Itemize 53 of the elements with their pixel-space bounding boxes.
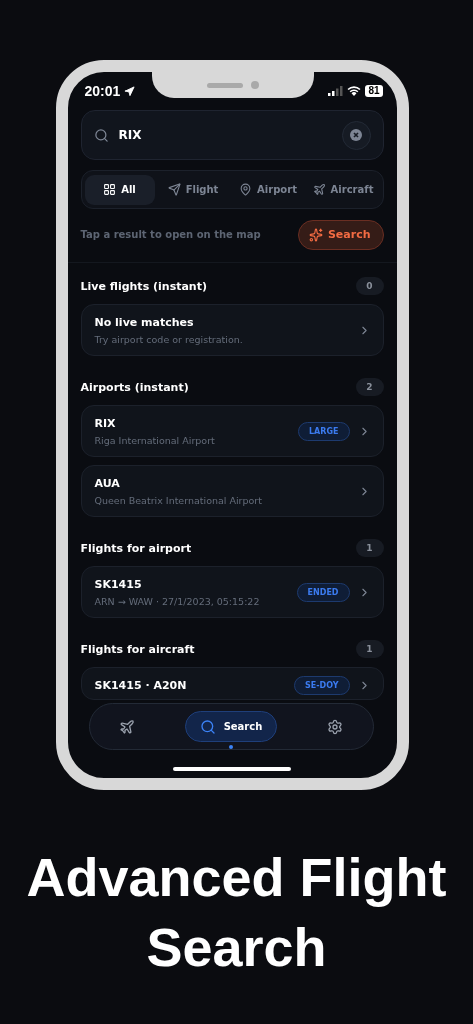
signal-icon [328,86,344,96]
filter-tab[interactable]: Aircraft [306,174,380,205]
result-count: 1 [355,539,384,557]
result-title: AUA [94,476,121,490]
result-subtitle: Queen Beatrix International Airport [94,494,263,506]
location-icon [124,85,136,97]
status-badge: LARGE [298,421,350,441]
clear-button[interactable] [341,120,371,150]
headline: Advanced Flight Search [25,846,448,979]
result-subtitle: Try airport code or registration. [94,333,244,345]
status-time: 20:01 [84,83,121,99]
search-icon [93,127,109,143]
active-indicator [229,745,233,749]
plane-icon [312,183,326,196]
filter-tab[interactable]: Airport [231,174,305,205]
grid-icon [103,183,117,196]
status-badge: SE-DOY [294,676,350,695]
battery-level: 81 [365,85,383,97]
search-tab[interactable]: Search [184,711,278,742]
result-count: 0 [355,277,384,295]
result-title: No live matches [94,315,195,329]
result-count: 1 [355,640,384,658]
camera [250,81,259,89]
result-card[interactable]: AUA Queen Beatrix International Airport [80,465,384,517]
section-title: Live flights (instant) [80,279,207,293]
filter-tab[interactable]: Flight [156,174,230,205]
paper-plane-icon [167,183,181,196]
result-title: SK1415 [94,577,143,591]
result-card[interactable]: No live matches Try airport code or registration. [80,304,384,356]
result-card[interactable]: RIX Riga International Airport LARGE [80,405,384,457]
result-subtitle: Riga International Airport [94,434,216,446]
settings-icon [327,718,344,735]
result-card[interactable]: SK1415 · A20N SE-DOY [80,667,384,700]
filter-tab[interactable]: All [84,174,155,205]
result-card[interactable]: SK1415 ARN → WAW · 27/1/2023, 05:15:22 ENDED [80,566,384,618]
result-subtitle: ARN → WAW · 27/1/2023, 05:15:22 [94,595,261,607]
section-title: Flights for aircraft [80,642,195,656]
section-title: Airports (instant) [80,380,189,394]
wifi-icon [347,86,362,96]
plane-icon [118,718,135,735]
result-title: RIX [94,416,117,430]
status-badge: ENDED [296,582,350,602]
map-pin-icon [239,183,253,196]
result-count: 2 [355,378,384,396]
sparkles-icon [308,227,323,242]
search-field[interactable]: RIX [80,110,384,160]
speaker [206,82,243,88]
close-icon [350,129,362,141]
section-title: Flights for airport [80,541,192,555]
result-title: SK1415 · A20N [94,679,188,692]
search-button[interactable]: Search [297,219,384,250]
hint-text: Tap a result to open on the map [80,229,261,240]
search-icon [199,718,216,735]
